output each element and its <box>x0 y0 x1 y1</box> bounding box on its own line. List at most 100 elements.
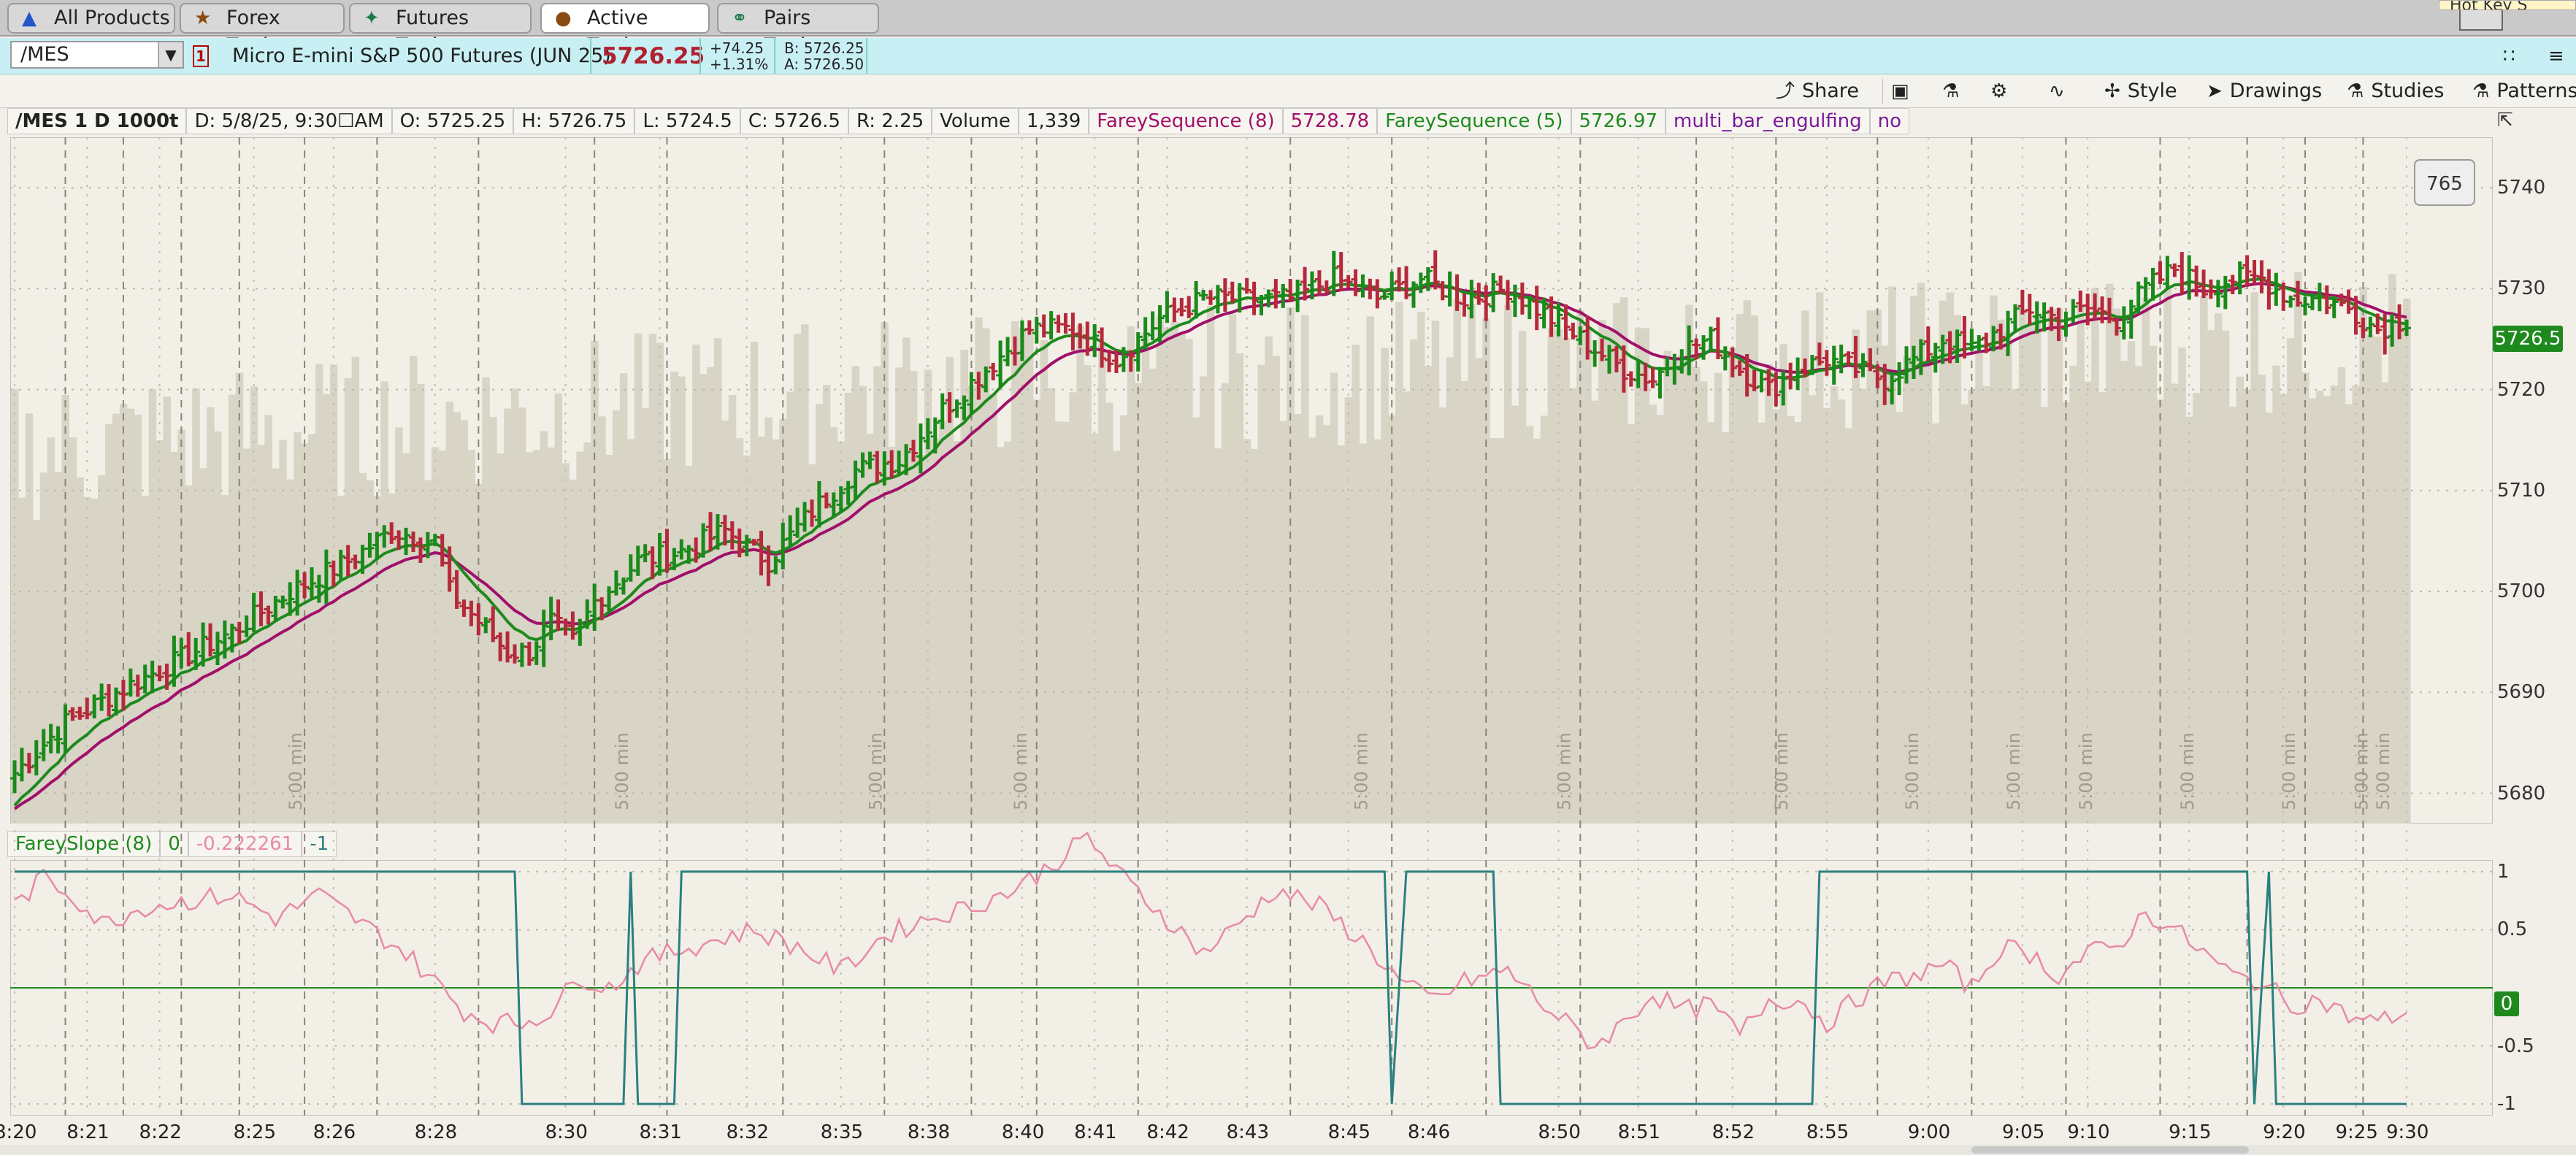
volume-bar <box>460 420 468 824</box>
volume-bar <box>1700 381 1708 824</box>
volume-bar <box>692 344 700 824</box>
volume-bar <box>1685 304 1693 824</box>
volume-bar <box>1671 357 1679 824</box>
volume-bar <box>1221 383 1230 824</box>
volume-bar <box>1612 303 1621 824</box>
volume-bar <box>1511 405 1519 824</box>
volume-bar <box>337 496 345 824</box>
volume-bar <box>423 480 432 824</box>
volume-bar <box>815 404 824 824</box>
volume-bar <box>2134 366 2143 824</box>
volume-bar <box>1409 339 1418 824</box>
volume-bar <box>91 499 99 824</box>
volume-bar <box>453 412 461 824</box>
volume-bar <box>1627 423 1636 824</box>
volume-bar <box>395 427 403 824</box>
volume-bar <box>2236 376 2245 824</box>
volume-bar <box>98 475 106 824</box>
volume-bar <box>1931 423 1940 824</box>
volume-bar <box>1315 415 1324 824</box>
volume-bar <box>2055 308 2063 824</box>
volume-bar <box>583 442 591 824</box>
volume-bar <box>1881 345 1889 824</box>
price-axis-label: 5720 <box>2497 378 2546 401</box>
volume-bar <box>207 407 215 824</box>
volume-bar <box>699 374 708 824</box>
volume-bar <box>1257 364 1265 824</box>
volume-bar <box>801 324 809 824</box>
time-axis-label: 8:32 <box>726 1121 770 1143</box>
volume-bar <box>402 453 410 824</box>
volume-bar <box>1794 421 1802 824</box>
volume-bar <box>1301 315 1309 824</box>
volume-bar <box>2127 341 2136 824</box>
volume-bar <box>1431 321 1440 824</box>
volume-bar <box>308 434 316 824</box>
volume-bar <box>1207 306 1215 824</box>
volume-bar <box>1540 415 1549 824</box>
time-axis-label: 8:55 <box>1806 1121 1849 1143</box>
session-marker-label: 5:00 min <box>865 732 886 810</box>
volume-bar <box>1606 329 1614 824</box>
volume-bar <box>1170 321 1178 824</box>
volume-bar <box>1728 348 1737 824</box>
time-axis-label: 8:45 <box>1327 1121 1371 1143</box>
volume-bar <box>504 408 512 824</box>
session-marker-label: 5:00 min <box>1554 732 1574 810</box>
volume-bar <box>257 445 266 824</box>
volume-bar <box>2040 407 2049 824</box>
volume-bar <box>1714 372 1722 824</box>
volume-bar <box>997 447 1005 824</box>
time-axis-label: 8:46 <box>1407 1121 1451 1143</box>
volume-bar <box>1214 448 1222 824</box>
time-axis-label: 8:26 <box>313 1121 356 1143</box>
expand-icon[interactable]: ⇱ <box>2497 110 2513 131</box>
last-price-badge: 5726.5 <box>2493 326 2563 352</box>
volume-bar <box>1656 415 1664 824</box>
volume-bar <box>1373 439 1381 824</box>
volume-bar <box>410 356 418 824</box>
scrollbar-thumb[interactable] <box>1971 1146 2249 1154</box>
volume-bar <box>938 421 947 824</box>
volume-bar <box>2228 407 2237 824</box>
volume-bar <box>743 455 751 824</box>
volume-bar <box>2033 315 2042 824</box>
volume-bar <box>359 473 367 824</box>
volume-bar <box>2142 297 2150 824</box>
volume-bar <box>1337 445 1346 824</box>
volume-bar <box>54 472 63 824</box>
volume-bar <box>1706 422 1715 824</box>
volume-bar <box>2105 283 2114 824</box>
volume-bar <box>2330 385 2339 824</box>
volume-bar <box>713 338 722 824</box>
volume-bar <box>510 388 519 824</box>
tick-counter: 765 <box>2414 159 2475 206</box>
session-marker-label: 5:00 min <box>2076 732 2096 810</box>
price-axis-label: 5710 <box>2497 479 2546 502</box>
volume-bar <box>1228 314 1237 824</box>
volume-bar <box>1982 385 1990 824</box>
volume-bar <box>1990 295 1998 824</box>
price-axis-label: 5730 <box>2497 277 2546 300</box>
slope-axis-label: 1 <box>2497 860 2510 883</box>
time-axis-label: 9:20 <box>2263 1121 2306 1143</box>
volume-bar <box>1395 302 1403 824</box>
volume-bar <box>380 381 388 824</box>
volume-bar <box>1149 368 1157 824</box>
session-marker-label: 5:00 min <box>612 732 632 810</box>
volume-bar <box>1388 415 1396 824</box>
price-axis-label: 5740 <box>2497 177 2546 199</box>
volume-bar <box>272 468 280 824</box>
time-axis-label: 9:25 <box>2335 1121 2378 1143</box>
volume-bar <box>750 341 759 824</box>
volume-bar <box>829 427 838 824</box>
volume-bar <box>670 371 678 824</box>
time-axis-label: 8:41 <box>1074 1121 1117 1143</box>
volume-bar <box>438 450 447 824</box>
volume-bar <box>1453 298 1462 824</box>
volume-bar <box>1250 448 1259 824</box>
volume-bar <box>902 337 911 824</box>
volume-bar <box>1736 314 1744 824</box>
volume-bar <box>757 436 766 824</box>
volume-bar <box>1584 329 1592 824</box>
